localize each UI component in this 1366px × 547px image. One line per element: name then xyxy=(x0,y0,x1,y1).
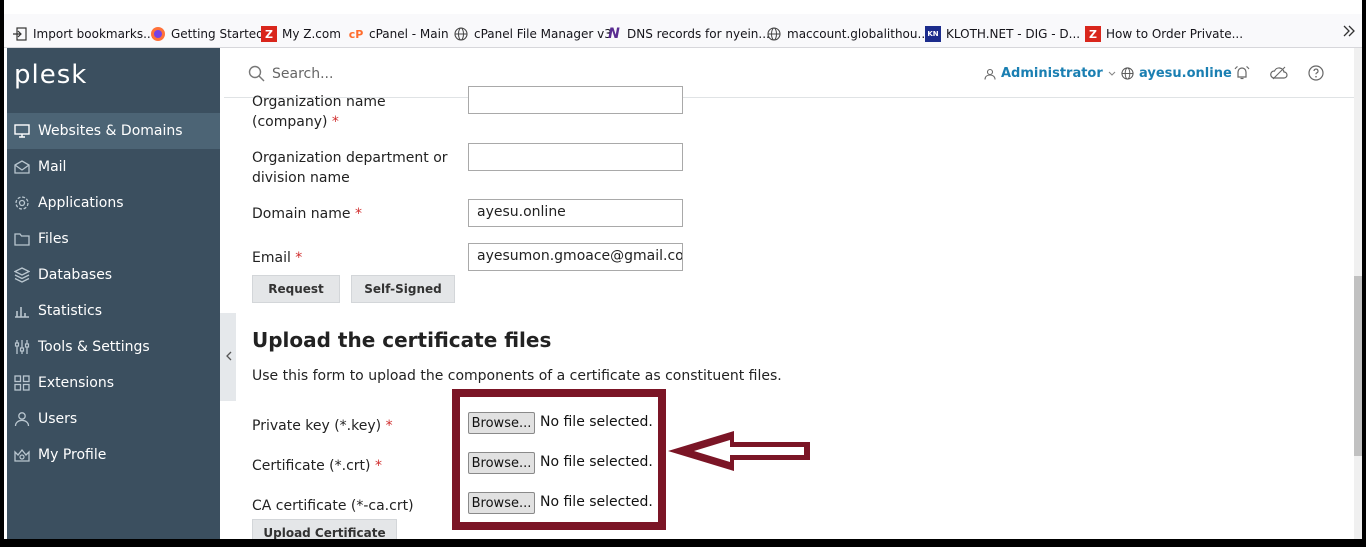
org-name-label: Organization name (company) * xyxy=(252,94,386,130)
domain-switcher[interactable]: ayesu.online xyxy=(1121,66,1232,81)
sidebar-item-users[interactable]: Users xyxy=(7,401,220,437)
globe-icon xyxy=(1121,67,1134,80)
sidebar-item-tools-settings[interactable]: Tools & Settings xyxy=(7,329,220,365)
n-icon: N xyxy=(608,26,620,42)
bookmark-cpanel-main[interactable]: cP cPanel - Main xyxy=(348,24,449,44)
org-name-field[interactable] xyxy=(468,86,683,114)
gear-icon xyxy=(13,194,31,212)
bookmark-cpanel-file-manager[interactable]: cPanel File Manager v3 xyxy=(453,24,612,44)
upload-section-description: Use this form to upload the components o… xyxy=(252,368,782,384)
self-signed-button[interactable]: Self-Signed xyxy=(351,275,455,303)
notifications-icon[interactable] xyxy=(1232,63,1252,83)
annotation-arrow xyxy=(668,431,810,471)
upload-section-title: Upload the certificate files xyxy=(252,328,552,352)
sidebar-item-websites-domains[interactable]: Websites & Domains xyxy=(7,113,220,149)
bookmark-my-z-com[interactable]: Z My Z.com xyxy=(261,24,341,44)
certificate-label: Certificate (*.crt) * xyxy=(252,458,382,474)
sliders-icon xyxy=(13,338,31,356)
ca-certificate-label: CA certificate (*-ca.crt) xyxy=(252,498,414,514)
sidebar-item-my-profile[interactable]: My Profile xyxy=(7,437,220,473)
annotation-highlight-box xyxy=(452,389,666,530)
chevron-double-right-icon[interactable] xyxy=(1342,24,1356,42)
kloth-icon: KN xyxy=(925,26,941,42)
extensions-icon xyxy=(13,374,31,392)
chevron-left-icon xyxy=(225,350,232,364)
top-header: Administrator ayesu.online xyxy=(224,48,1362,98)
bookmark-import[interactable]: Import bookmarks... xyxy=(12,24,155,44)
upload-certificate-button[interactable]: Upload Certificate xyxy=(252,519,397,539)
z-icon: Z xyxy=(261,26,277,42)
request-button[interactable]: Request xyxy=(252,275,340,303)
tab-strip-edge xyxy=(4,0,1362,14)
user-icon xyxy=(13,410,31,428)
org-department-field[interactable] xyxy=(468,143,683,171)
user-icon xyxy=(984,68,996,80)
firefox-icon xyxy=(150,26,166,42)
profile-icon xyxy=(13,446,31,464)
mail-icon xyxy=(13,158,31,176)
user-menu[interactable]: Administrator xyxy=(984,66,1116,81)
globe-icon xyxy=(453,26,469,42)
chevron-down-icon xyxy=(1108,71,1116,77)
scrollbar-thumb[interactable] xyxy=(1354,276,1362,456)
help-icon[interactable] xyxy=(1306,63,1326,83)
cpanel-icon: cP xyxy=(348,27,364,41)
sidebar: plesk Websites & Domains Mail Applicatio… xyxy=(7,48,220,539)
org-department-label: Organization department or division name xyxy=(252,150,448,186)
search-icon xyxy=(248,65,265,86)
sidebar-item-applications[interactable]: Applications xyxy=(7,185,220,221)
bar-chart-icon xyxy=(13,302,31,320)
sidebar-item-mail[interactable]: Mail xyxy=(7,149,220,185)
bookmark-kloth-dig[interactable]: KN KLOTH.NET - DIG - D... xyxy=(925,24,1080,44)
sidebar-item-databases[interactable]: Databases xyxy=(7,257,220,293)
sidebar-item-extensions[interactable]: Extensions xyxy=(7,365,220,401)
page-scrollbar[interactable] xyxy=(1354,48,1362,539)
monitor-icon xyxy=(13,122,31,140)
sidebar-collapse-handle[interactable] xyxy=(220,313,236,401)
import-icon xyxy=(12,26,28,42)
email-label: Email * xyxy=(252,250,303,266)
sidebar-item-files[interactable]: Files xyxy=(7,221,220,257)
bookmarks-bar: Import bookmarks... Getting Started Z My… xyxy=(4,0,1362,48)
bookmark-how-to-order[interactable]: Z How to Order Private... xyxy=(1085,24,1243,44)
globe-icon xyxy=(766,26,782,42)
search-input[interactable] xyxy=(272,64,572,84)
database-icon xyxy=(13,266,31,284)
folder-icon xyxy=(13,230,31,248)
domain-name-label: Domain name * xyxy=(252,206,362,222)
plesk-logo: plesk xyxy=(14,60,88,90)
z-icon: Z xyxy=(1085,26,1101,42)
email-field[interactable]: ayesumon.gmoace@gmail.com xyxy=(468,243,683,271)
domain-name-field[interactable]: ayesu.online xyxy=(468,199,683,227)
private-key-label: Private key (*.key) * xyxy=(252,418,393,434)
bookmark-maccount[interactable]: maccount.globalithou... xyxy=(766,24,929,44)
sidebar-item-statistics[interactable]: Statistics xyxy=(7,293,220,329)
bookmark-getting-started[interactable]: Getting Started xyxy=(150,24,264,44)
cloud-icon[interactable] xyxy=(1269,63,1289,83)
bookmark-dns-records[interactable]: N DNS records for nyein... xyxy=(606,24,770,44)
